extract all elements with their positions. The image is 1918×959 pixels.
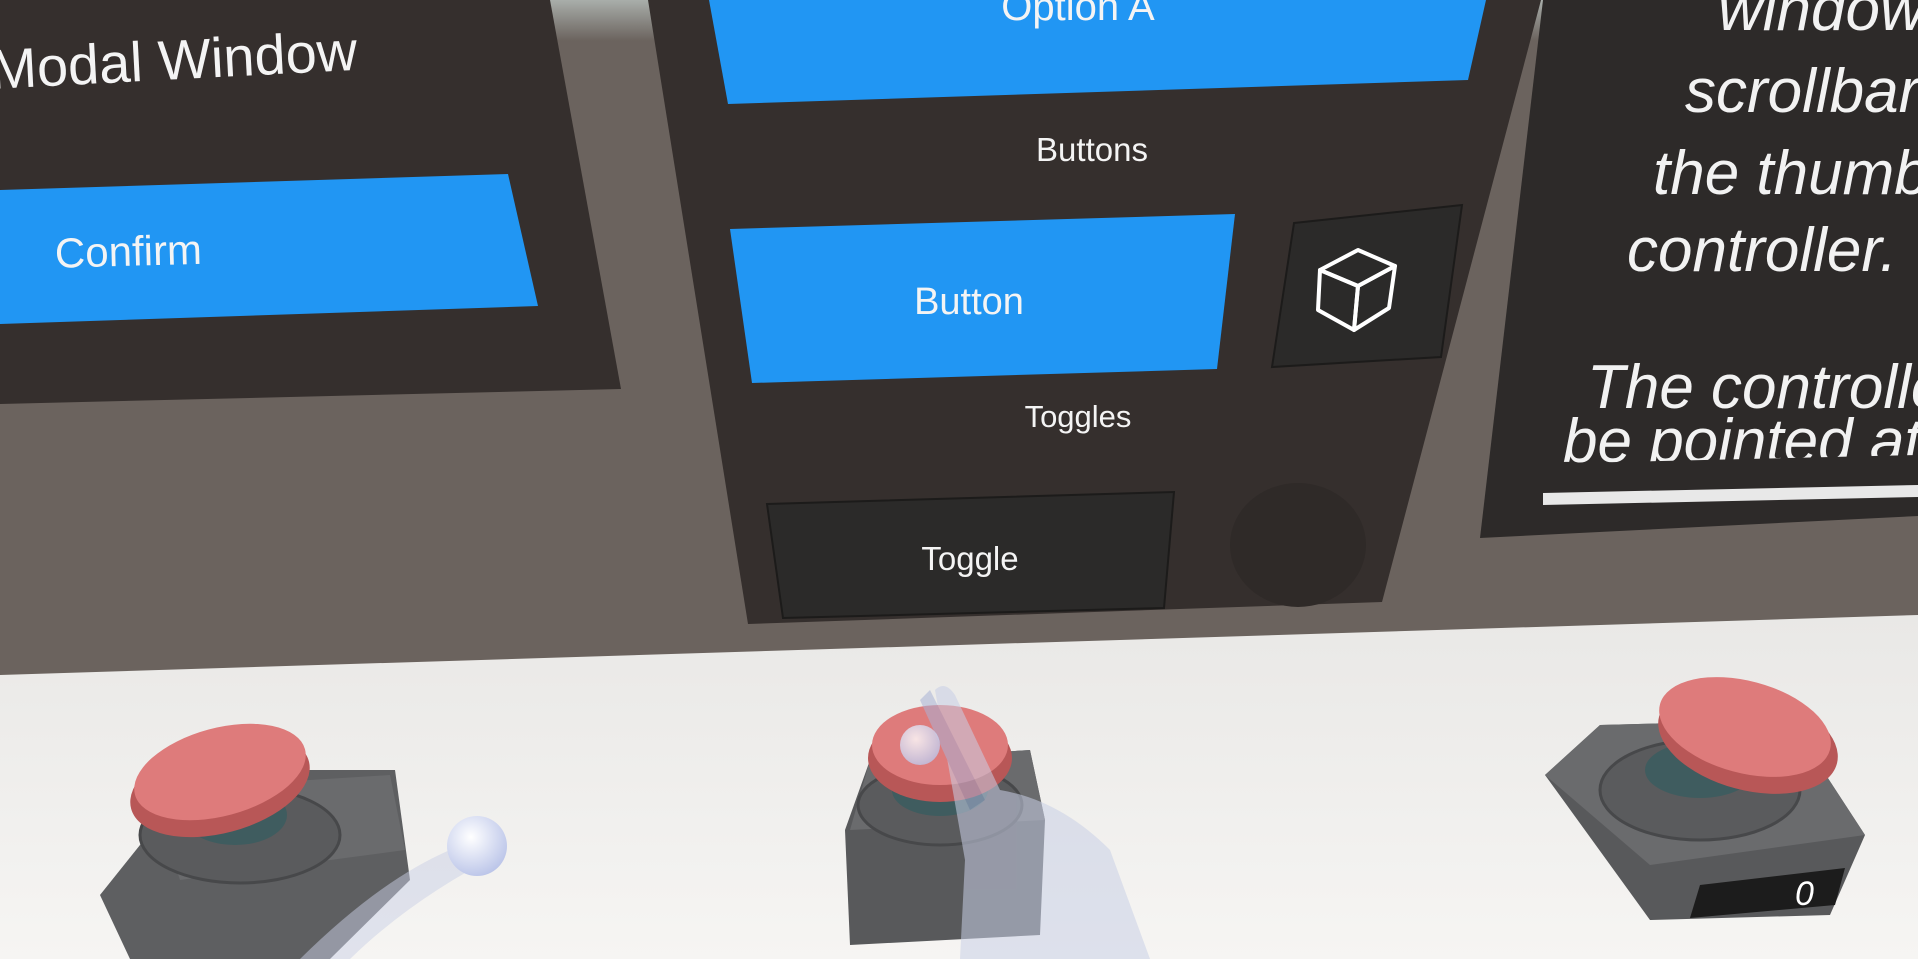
toggle-indicator bbox=[1230, 483, 1366, 607]
toggle-label: Toggle bbox=[921, 540, 1018, 577]
modal-window-panel: Modal Window Confirm bbox=[0, 0, 621, 404]
button-label: Button bbox=[914, 281, 1024, 323]
option-a-label: Option A bbox=[1001, 0, 1155, 29]
confirm-button[interactable]: Confirm bbox=[0, 174, 538, 324]
vr-scene: Modal Window Confirm Option A Buttons Bu… bbox=[0, 0, 1918, 959]
toggle[interactable]: Toggle bbox=[765, 490, 1176, 620]
cube-icon-button[interactable] bbox=[1270, 203, 1464, 369]
button[interactable]: Button bbox=[730, 214, 1235, 383]
info-line: controller. bbox=[1627, 216, 1897, 285]
pointer-sphere-icon bbox=[447, 816, 507, 876]
info-panel: window scrollbar the thumb controller. T… bbox=[1480, 0, 1918, 538]
info-line: scrollbar bbox=[1685, 57, 1918, 126]
info-line: window bbox=[1718, 0, 1918, 44]
toggles-section-header: Toggles bbox=[1025, 399, 1132, 434]
confirm-button-label: Confirm bbox=[54, 226, 202, 277]
counter-value: 0 bbox=[1795, 875, 1814, 913]
finger-tip-pointer-icon bbox=[900, 725, 940, 765]
info-line: the thumb bbox=[1653, 139, 1918, 208]
buttons-section-header: Buttons bbox=[1036, 131, 1148, 168]
